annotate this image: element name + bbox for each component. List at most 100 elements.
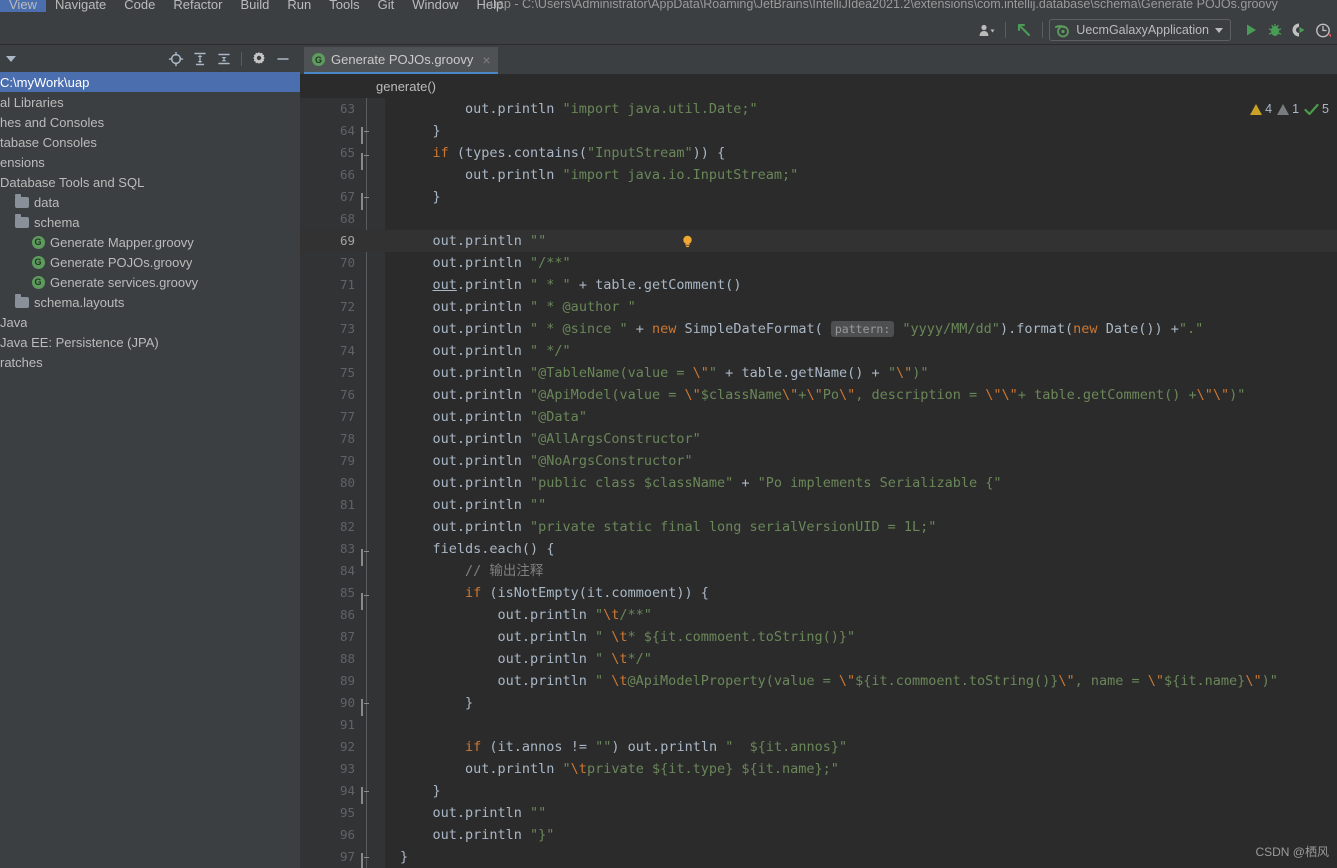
code-line[interactable]: 85 if (isNotEmpty(it.commoent)) { [300, 582, 1337, 610]
inspection-widget[interactable]: 4 1 5 [1250, 102, 1329, 116]
code-line[interactable]: 77 out.println "@Data" [300, 406, 1337, 428]
line-number: 70 [339, 255, 355, 270]
select-opened-file-icon[interactable] [165, 48, 187, 70]
expand-all-icon[interactable] [189, 48, 211, 70]
project-view-dropdown-icon[interactable] [6, 56, 16, 62]
code-line[interactable]: 74 out.println " */" [300, 340, 1337, 362]
menu-item-git[interactable]: Git [369, 0, 404, 12]
code-line[interactable]: 76 out.println "@ApiModel(value = \"$clas… [300, 384, 1337, 406]
code-line[interactable]: 96 out.println "}" [300, 824, 1337, 846]
code-line[interactable]: 73 out.println " * @since " + new SimpleD… [300, 318, 1337, 340]
code-editor[interactable]: 63 out.println "import java.util.Date;" 64… [300, 98, 1337, 868]
tree-item[interactable]: ratches [0, 352, 300, 372]
code-line[interactable]: 72 out.println " * @author " [300, 296, 1337, 318]
code-fold-start-icon[interactable] [361, 543, 372, 566]
profiler-icon[interactable] [1311, 18, 1335, 42]
code-line[interactable]: 63 out.println "import java.util.Date;" [300, 98, 1337, 120]
code-lines[interactable]: 63 out.println "import java.util.Date;" 64… [300, 98, 1337, 868]
tree-item[interactable]: Database Tools and SQL [0, 172, 300, 192]
code-line[interactable]: 87 out.println " \t* ${it.commoent.toStri… [300, 626, 1337, 648]
code-line[interactable]: 89 out.println " \t@ApiModelProperty(valu… [300, 670, 1337, 692]
code-text: out.println "@Data" [432, 409, 587, 425]
code-line[interactable]: 78 out.println "@AllArgsConstructor" [300, 428, 1337, 450]
code-fold-start-icon[interactable] [361, 587, 372, 610]
weak-warnings-group[interactable]: 1 [1277, 102, 1299, 116]
code-line[interactable]: 68 [300, 208, 1337, 230]
code-line[interactable]: 90} [300, 692, 1337, 716]
code-line[interactable]: 91 [300, 714, 1337, 736]
code-fold-end-icon[interactable] [361, 125, 372, 144]
tree-item[interactable]: Java EE: Persistence (JPA) [0, 332, 300, 352]
update-project-icon[interactable] [1012, 18, 1036, 42]
chevron-down-icon[interactable] [1215, 27, 1223, 33]
project-panel-toolbar [165, 48, 294, 70]
project-tree[interactable]: C:\myWork\uap al Libraries hes and Console… [0, 72, 300, 868]
warnings-group[interactable]: 4 [1250, 102, 1272, 116]
tree-item[interactable]: C:\myWork\uap [0, 72, 300, 92]
code-line[interactable]: 79 out.println "@NoArgsConstructor" [300, 450, 1337, 472]
intention-bulb-icon[interactable] [681, 235, 694, 248]
breadcrumb-method[interactable]: generate() [376, 79, 436, 94]
line-number: 87 [339, 629, 355, 644]
code-fold-end-icon[interactable] [361, 785, 372, 804]
run-icon[interactable] [1239, 18, 1263, 42]
menu-item-run[interactable]: Run [278, 0, 320, 12]
menu-item-window[interactable]: Window [403, 0, 467, 12]
checks-group[interactable]: 5 [1304, 102, 1329, 116]
user-icon[interactable] [975, 18, 999, 42]
run-coverage-icon[interactable] [1287, 18, 1311, 42]
code-line[interactable]: 83 fields.each() { [300, 538, 1337, 566]
code-line[interactable]: 65 if (types.contains("InputStream")) { [300, 142, 1337, 170]
tree-item[interactable]: al Libraries [0, 92, 300, 112]
code-line[interactable]: 70 out.println "/**" [300, 252, 1337, 274]
code-fold-start-icon[interactable] [361, 147, 372, 170]
editor-tab-generate-pojos[interactable]: G Generate POJOs.groovy × [304, 47, 498, 74]
code-line[interactable]: 81 out.println "" [300, 494, 1337, 516]
code-fold-end-icon[interactable] [361, 851, 372, 868]
menu-item-tools[interactable]: Tools [320, 0, 368, 12]
menu-item-build[interactable]: Build [231, 0, 278, 12]
code-fold-end-icon[interactable] [361, 191, 372, 210]
tree-item[interactable]: G Generate POJOs.groovy [0, 252, 300, 272]
code-line[interactable]: 86 out.println "\t/**" [300, 604, 1337, 626]
menu-item-navigate[interactable]: Navigate [46, 0, 115, 12]
tree-item[interactable]: schema.layouts [0, 292, 300, 312]
code-line[interactable]: 92 if (it.annos != "") out.println " ${it… [300, 736, 1337, 758]
menu-item-code[interactable]: Code [115, 0, 164, 12]
collapse-all-icon[interactable] [213, 48, 235, 70]
menu-item-refactor[interactable]: Refactor [164, 0, 231, 12]
tree-item[interactable]: data [0, 192, 300, 212]
tree-item[interactable]: schema [0, 212, 300, 232]
check-count: 5 [1322, 102, 1329, 116]
code-line[interactable]: 94} [300, 780, 1337, 804]
line-number: 97 [339, 849, 355, 864]
hide-panel-icon[interactable] [272, 48, 294, 70]
code-line[interactable]: 93 out.println "\tprivate ${it.type} ${it… [300, 758, 1337, 780]
code-fold-end-icon[interactable] [361, 697, 372, 716]
run-configuration-selector[interactable]: UecmGalaxyApplication [1049, 19, 1231, 41]
tree-item[interactable]: hes and Consoles [0, 112, 300, 132]
menu-item-view[interactable]: View [0, 0, 46, 12]
code-line[interactable]: 84 // 输出注释 [300, 560, 1337, 582]
code-line[interactable]: 69 out.println "" [300, 230, 1337, 252]
tree-item[interactable]: G Generate Mapper.groovy [0, 232, 300, 252]
code-line[interactable]: 64} [300, 120, 1337, 144]
debug-icon[interactable] [1263, 18, 1287, 42]
code-line[interactable]: 71 out.println " * " + table.getComment() [300, 274, 1337, 296]
code-line[interactable]: 80 out.println "public class $className" … [300, 472, 1337, 494]
settings-gear-icon[interactable] [248, 48, 270, 70]
line-number: 83 [339, 541, 355, 556]
tree-item[interactable]: Java [0, 312, 300, 332]
code-line[interactable]: 75 out.println "@TableName(value = \"" + … [300, 362, 1337, 384]
code-line[interactable]: 97} [300, 846, 1337, 868]
code-line[interactable]: 66 out.println "import java.io.InputStrea… [300, 164, 1337, 186]
code-line[interactable]: 88 out.println " \t*/" [300, 648, 1337, 670]
code-line[interactable]: 67} [300, 186, 1337, 210]
code-line[interactable]: 82 out.println "private static final long… [300, 516, 1337, 538]
tree-item[interactable]: ensions [0, 152, 300, 172]
close-icon[interactable]: × [482, 52, 490, 68]
line-number: 89 [339, 673, 355, 688]
tree-item[interactable]: tabase Consoles [0, 132, 300, 152]
code-line[interactable]: 95 out.println "" [300, 802, 1337, 824]
tree-item[interactable]: G Generate services.groovy [0, 272, 300, 292]
